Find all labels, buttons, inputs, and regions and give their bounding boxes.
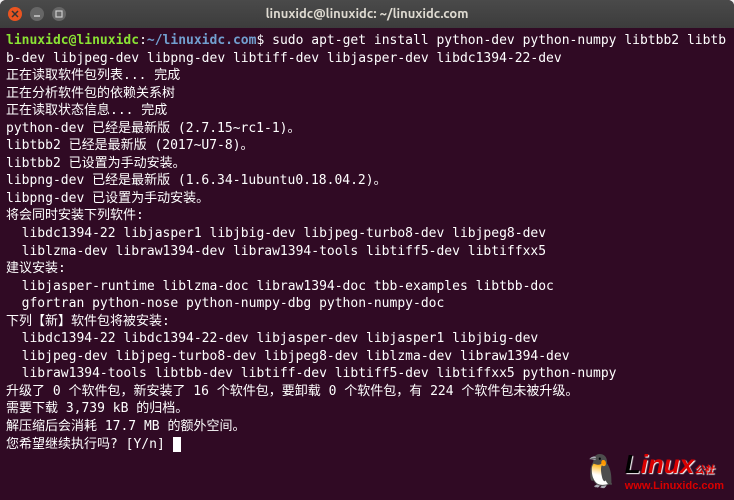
output-line: python-dev 已经是最新版 (2.7.15~rc1-1)。 xyxy=(6,121,301,136)
output-line: 正在读取状态信息... 完成 xyxy=(6,103,167,118)
output-line: libtbb2 已设置为手动安装。 xyxy=(6,156,186,171)
output-line: gfortran python-nose python-numpy-dbg py… xyxy=(6,296,444,311)
prompt-path: ~/linuxidc.com xyxy=(147,33,257,48)
output-line: 需要下载 3,739 kB 的归档。 xyxy=(6,401,188,416)
output-line: libdc1394-22 libdc1394-22-dev libjasper-… xyxy=(6,331,538,346)
close-button[interactable] xyxy=(8,7,22,21)
output-line: 正在分析软件包的依赖关系树 xyxy=(6,86,175,101)
terminal-output[interactable]: linuxidc@linuxidc:~/linuxidc.com$ sudo a… xyxy=(0,28,734,457)
output-line: libdc1394-22 libjasper1 libjbig-dev libj… xyxy=(6,226,546,241)
maximize-button[interactable] xyxy=(52,7,66,21)
output-line: 建议安装: xyxy=(6,261,66,276)
minimize-button[interactable] xyxy=(30,7,44,21)
prompt-user-host: linuxidc@linuxidc xyxy=(6,33,139,48)
output-line: 正在读取软件包列表... 完成 xyxy=(6,68,180,83)
output-line: libtbb2 已经是最新版 (2017~U7-8)。 xyxy=(6,138,254,153)
output-line: 解压缩后会消耗 17.7 MB 的额外空间。 xyxy=(6,419,245,434)
output-line: 下列【新】软件包将被安装: xyxy=(6,314,170,329)
output-line: libpng-dev 已经是最新版 (1.6.34-1ubuntu0.18.04… xyxy=(6,173,387,188)
titlebar: linuxidc@linuxidc: ~/linuxidc.com xyxy=(0,0,734,28)
watermark-url: www.Linuxidc.com xyxy=(625,480,724,492)
window-title: linuxidc@linuxidc: ~/linuxidc.com xyxy=(266,7,469,21)
output-line: libjasper-runtime liblzma-doc libraw1394… xyxy=(6,279,554,294)
output-line: 将会同时安装下列软件: xyxy=(6,208,144,223)
prompt-colon: : xyxy=(139,33,147,48)
output-line: 您希望继续执行吗? [Y/n] xyxy=(6,437,173,452)
output-line: liblzma-dev libraw1394-dev libraw1394-to… xyxy=(6,244,546,259)
penguin-icon: 🐧 xyxy=(581,452,621,490)
cursor xyxy=(173,437,181,452)
output-line: libraw1394-tools libtbb-dev libtiff-dev … xyxy=(6,366,616,381)
output-line: 升级了 0 个软件包，新安装了 16 个软件包，要卸载 0 个软件包，有 224… xyxy=(6,384,578,399)
output-line: libjpeg-dev libjpeg-turbo8-dev libjpeg8-… xyxy=(6,349,570,364)
window-controls xyxy=(8,7,66,21)
prompt-symbol: $ xyxy=(256,33,264,48)
terminal-window: linuxidc@linuxidc: ~/linuxidc.com linuxi… xyxy=(0,0,734,500)
output-line: libpng-dev 已设置为手动安装。 xyxy=(6,191,209,206)
